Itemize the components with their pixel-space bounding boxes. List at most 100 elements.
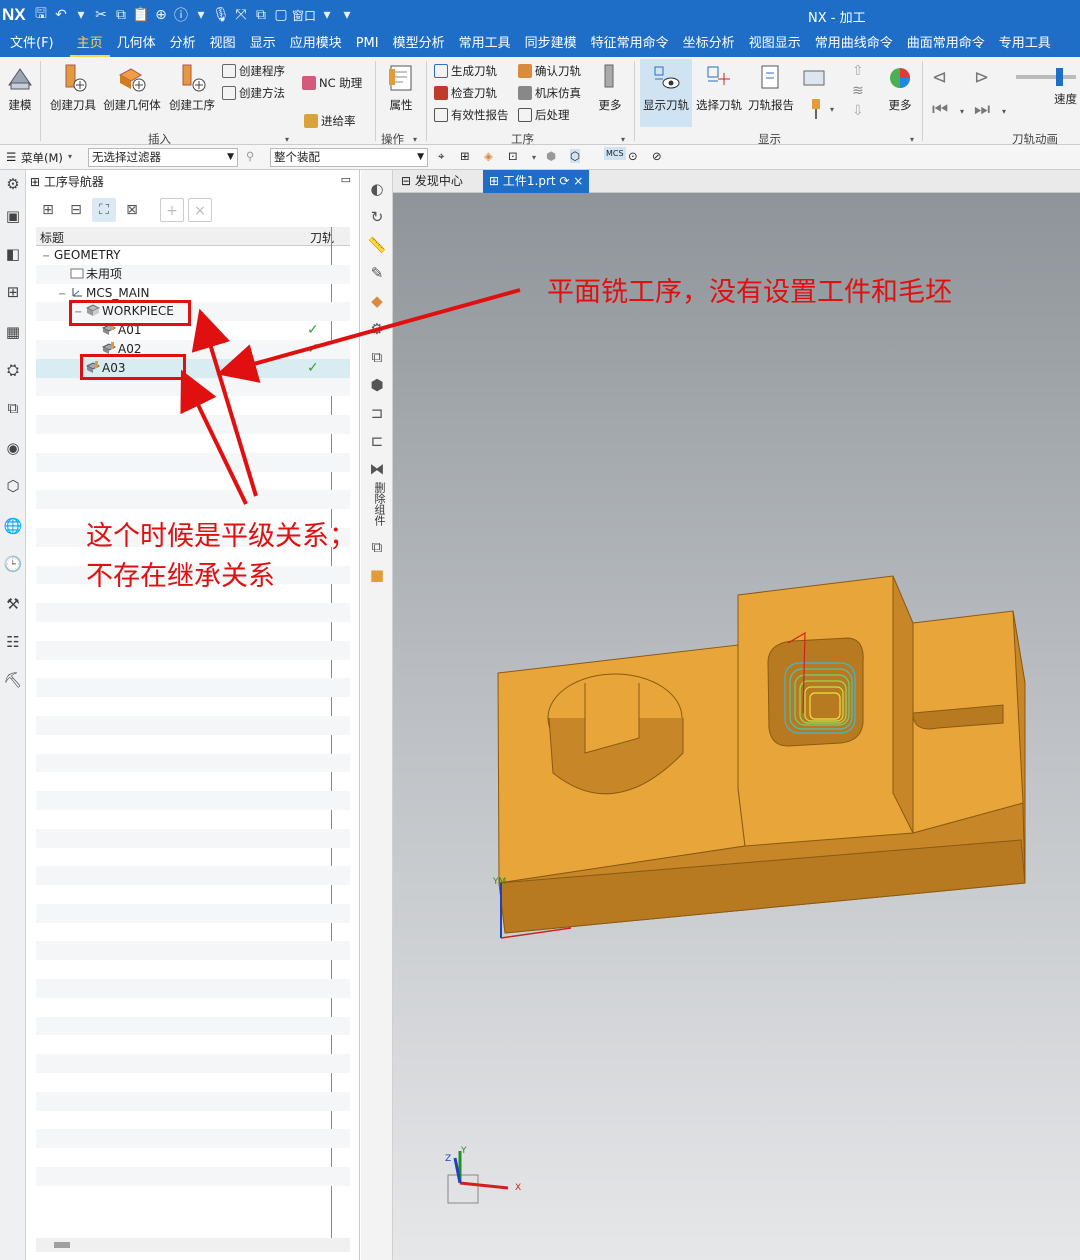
more-display-button[interactable]: 更多	[880, 63, 920, 113]
create-tool-button[interactable]: 创建刀具	[48, 63, 98, 113]
display-group-dropdown-icon[interactable]: ▾	[910, 135, 914, 144]
show-path-button[interactable]: 显示刀轨	[640, 59, 692, 127]
touch-mode-icon[interactable]: ⤧	[232, 7, 250, 23]
feed-rate-button[interactable]: 进给率	[304, 113, 356, 129]
insert-group-dropdown-icon[interactable]: ▾	[285, 135, 289, 144]
postprocess-button[interactable]: 后处理	[518, 107, 570, 123]
maximize-icon[interactable]: ▭	[341, 173, 351, 186]
view-icon[interactable]: ⊙	[628, 149, 638, 163]
nc-assistant-button[interactable]: NC 助理	[302, 75, 362, 91]
move-component-icon[interactable]: ◆	[366, 290, 388, 312]
tab-close-icon[interactable]: ×	[573, 174, 583, 188]
column-title[interactable]: 标题	[40, 229, 64, 246]
constraint-icon[interactable]: ⚙	[366, 318, 388, 340]
tools-icon[interactable]: ⚒	[3, 594, 23, 614]
move-down-icon[interactable]: ⇩	[852, 103, 864, 119]
menu-view-display[interactable]: 视图显示	[742, 30, 808, 57]
step-back-dropdown-icon[interactable]: ▾	[960, 107, 964, 116]
menu-analysis[interactable]: 分析	[163, 30, 203, 57]
window-icon[interactable]: ▢	[272, 7, 290, 23]
component-info-icon[interactable]: ■	[366, 564, 388, 586]
help-dropdown-icon[interactable]: ▾	[192, 7, 210, 23]
paste-icon[interactable]: 📋	[132, 7, 150, 23]
layers-icon[interactable]: ≋	[852, 83, 864, 99]
qa-customize-icon[interactable]: ▾	[338, 7, 356, 23]
machine-sim-button[interactable]: 机床仿真	[518, 85, 581, 101]
menu-geometry[interactable]: 几何体	[110, 30, 163, 57]
menu-display[interactable]: 显示	[243, 30, 283, 57]
wireframe-icon[interactable]: ⬡	[570, 149, 581, 163]
tab-refresh-icon[interactable]: ⟳	[556, 174, 574, 188]
help-icon[interactable]: ⓘ	[172, 5, 190, 25]
filter-icon[interactable]: ⚲	[246, 149, 254, 163]
training-icon[interactable]: ⛏	[3, 670, 23, 690]
menu-sync-modeling[interactable]: 同步建模	[518, 30, 584, 57]
horizontal-scrollbar[interactable]	[36, 1238, 350, 1252]
switch-window-icon[interactable]: ⧉	[252, 7, 270, 23]
operate-group-dropdown-icon[interactable]: ▾	[413, 135, 417, 144]
program-view-icon[interactable]: ⊞	[36, 198, 60, 222]
step-forward-icon[interactable]: ⏭	[974, 99, 990, 120]
orient-view-icon[interactable]: ◐	[366, 178, 388, 200]
play-icon[interactable]: ⊳	[974, 67, 989, 88]
program-icon[interactable]: ⛭	[3, 360, 23, 380]
menu-coordinate-analysis[interactable]: 坐标分析	[676, 30, 742, 57]
step-forward-dropdown-icon[interactable]: ▾	[1002, 107, 1006, 116]
save-icon[interactable]: 🖫	[32, 3, 50, 27]
new-parent-icon[interactable]: ⊏	[366, 430, 388, 452]
menu-file[interactable]: 文件(F)	[0, 30, 70, 57]
generate-path-button[interactable]: 生成刀轨	[434, 63, 497, 79]
history-icon[interactable]: 🕒	[3, 554, 23, 574]
menu-model-analysis[interactable]: 模型分析	[386, 30, 452, 57]
roles-icon[interactable]: ☷	[3, 632, 23, 652]
menu-dropdown-icon[interactable]: ▾	[68, 152, 72, 161]
assembly-sequence-icon[interactable]: ⧉	[366, 536, 388, 558]
globe-icon[interactable]: 🌐	[3, 516, 23, 536]
select-path-button[interactable]: 选择刀轨	[694, 63, 744, 113]
assembly-navigator-icon[interactable]: ◧	[3, 244, 23, 264]
move-up-icon[interactable]: ⇧	[852, 63, 864, 79]
add-component-icon[interactable]: ⧉	[366, 346, 388, 368]
replace-component-icon[interactable]: ⬢	[366, 374, 388, 396]
component-icon[interactable]: ◈	[484, 149, 493, 163]
step-back-icon[interactable]: ⏮	[932, 99, 948, 120]
path-report-button[interactable]: 刀轨报告	[746, 63, 796, 113]
tool-display-dropdown-icon[interactable]: ▾	[830, 105, 834, 114]
verify-path-button[interactable]: 确认刀轨	[518, 63, 581, 79]
wave-icon[interactable]: ⊐	[366, 402, 388, 424]
display-options-icon[interactable]	[802, 67, 826, 94]
tree-row[interactable]: 未用项	[36, 264, 350, 284]
tree-row[interactable]: − GEOMETRY	[36, 246, 350, 265]
select-icon[interactable]: ⊞	[460, 149, 470, 163]
undo-dropdown-icon[interactable]: ▾	[72, 7, 90, 23]
mirror-icon[interactable]: ⧓	[366, 458, 388, 480]
pen-icon[interactable]: ✎	[366, 262, 388, 284]
create-program-button[interactable]: 创建程序	[222, 63, 285, 79]
validity-report-button[interactable]: 有效性报告	[434, 107, 509, 123]
remove-column-icon[interactable]: ×	[188, 198, 212, 222]
shaded-icon[interactable]: ⬢	[546, 149, 556, 163]
reuse-library-icon[interactable]: ⧉	[3, 398, 23, 418]
mic-icon[interactable]: 🎙	[212, 7, 230, 23]
settings-icon[interactable]: ⚙	[3, 174, 23, 194]
speed-slider-thumb[interactable]	[1056, 68, 1063, 86]
part-navigator-icon[interactable]: ▣	[3, 206, 23, 226]
menu-surface-commands[interactable]: 曲面常用命令	[900, 30, 992, 57]
tab-part[interactable]: ⊞ 工件1.prt ⟳ ×	[483, 170, 590, 193]
operation-group-dropdown-icon[interactable]: ▾	[621, 135, 625, 144]
add-column-icon[interactable]: +	[160, 198, 184, 222]
machine-tool-navigator-icon[interactable]: ▦	[3, 322, 23, 342]
menu-applications[interactable]: 应用模块	[283, 30, 349, 57]
check-path-button[interactable]: 检查刀轨	[434, 85, 497, 101]
tool-display-icon[interactable]	[808, 97, 824, 124]
rotate-icon[interactable]: ↻	[366, 206, 388, 228]
point-select-icon[interactable]: ⊡	[508, 149, 518, 163]
window-menu[interactable]: 窗口	[292, 7, 316, 24]
create-operation-button[interactable]: 创建工序	[167, 63, 217, 113]
repeat-icon[interactable]: ⊕	[152, 7, 170, 23]
build-button[interactable]: 建模	[4, 63, 36, 113]
window-menu-dropdown-icon[interactable]: ▾	[318, 7, 336, 23]
menu-pmi[interactable]: PMI	[349, 30, 386, 57]
mcs-icon[interactable]: MCS	[604, 147, 626, 160]
copy-icon[interactable]: ⧉	[112, 7, 130, 23]
